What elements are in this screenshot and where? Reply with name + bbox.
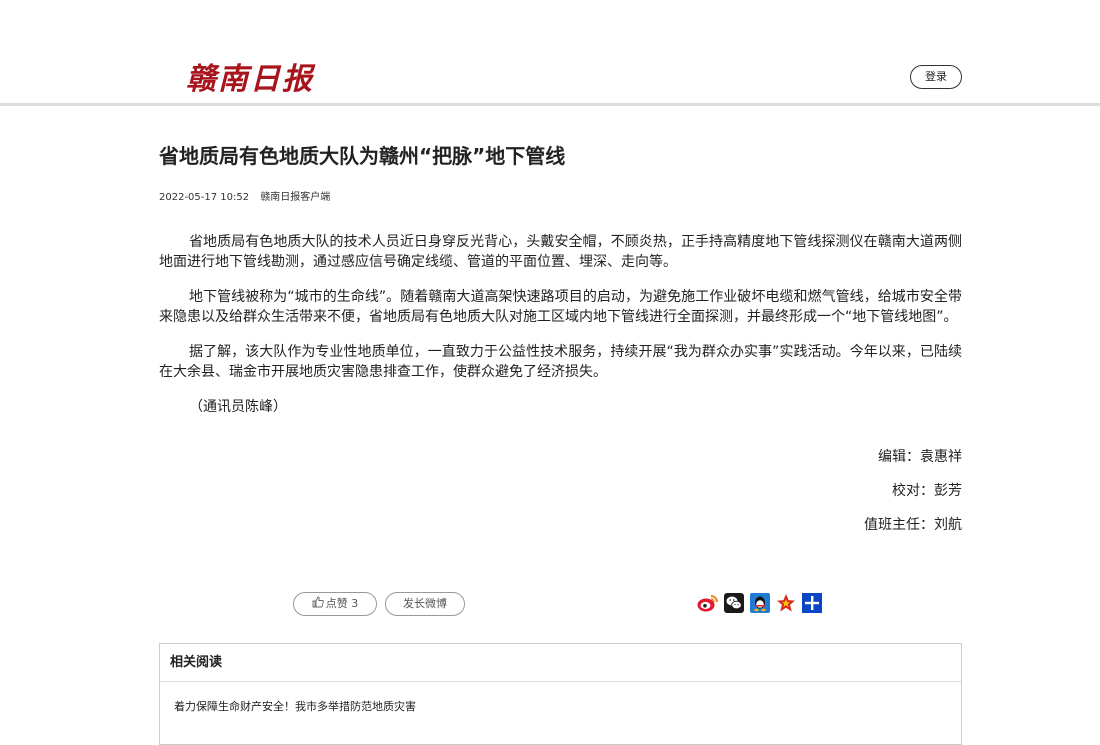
more-share-icon[interactable]	[802, 593, 822, 613]
proofreader-credit: 校对：彭芳	[892, 483, 962, 499]
article-credits: 编辑：袁惠祥 校对：彭芳 值班主任：刘航	[864, 445, 962, 547]
article-paragraph: 据了解，该大队作为专业性地质单位，一直致力于公益性技术服务，持续开展“我为群众办…	[159, 344, 962, 380]
site-logo[interactable]: 赣南日报	[186, 54, 314, 98]
weibo-icon[interactable]	[697, 593, 718, 613]
article-title: 省地质局有色地质大队为赣州“把脉”地下管线	[159, 144, 566, 168]
related-reading-header: 相关阅读	[160, 644, 961, 682]
article-body: 省地质局有色地质大队的技术人员近日身穿反光背心，头戴安全帽，不顾炎热，正手持高精…	[159, 232, 962, 432]
like-label: 点赞 3	[325, 597, 359, 610]
login-button[interactable]: 登录	[910, 65, 962, 89]
related-link[interactable]: 着力保障生命财产安全！我市多举措防范地质灾害	[160, 698, 961, 714]
like-button[interactable]: 点赞 3	[293, 592, 377, 616]
article-correspondent: （通讯员陈峰）	[189, 399, 287, 415]
editor-credit: 编辑：袁惠祥	[878, 449, 962, 465]
qq-icon[interactable]	[750, 593, 770, 613]
article-paragraph: 省地质局有色地质大队的技术人员近日身穿反光背心，头戴安全帽，不顾炎热，正手持高精…	[159, 234, 962, 270]
duty-chief-credit: 值班主任：刘航	[864, 517, 962, 533]
article-meta: 2022-05-17 10:52 赣南日报客户端	[159, 188, 330, 203]
qzone-icon[interactable]	[776, 593, 796, 613]
long-weibo-button[interactable]: 发长微博	[385, 592, 465, 616]
wechat-icon[interactable]	[724, 593, 744, 613]
site-header: 赣南日报 登录	[0, 0, 1100, 106]
article-date: 2022-05-17 10:52	[159, 192, 250, 203]
article-paragraph: 地下管线被称为“城市的生命线”。随着赣南大道高架快速路项目的启动，为避免施工作业…	[159, 289, 962, 325]
article-source: 赣南日报客户端	[260, 192, 331, 203]
thumbs-up-icon	[312, 596, 324, 608]
